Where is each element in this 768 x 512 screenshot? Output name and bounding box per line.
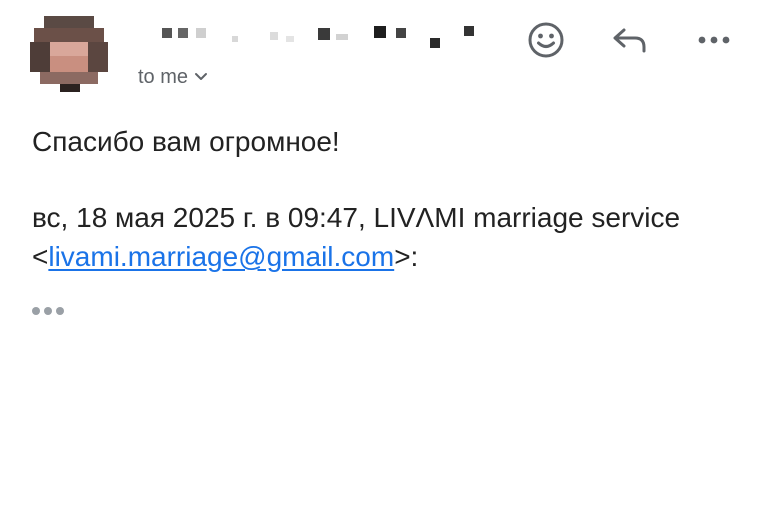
message-body: Спасибо вам огромное! вс, 18 мая 2025 г.… — [32, 122, 732, 276]
reply-arrow-icon — [611, 25, 649, 55]
recipient-dropdown[interactable]: to me — [138, 64, 208, 90]
more-options-button[interactable] — [694, 20, 734, 60]
reply-button[interactable] — [610, 20, 650, 60]
sender-avatar[interactable] — [30, 16, 108, 92]
message-greeting: Спасибо вам огромное! — [32, 126, 340, 157]
emoji-reaction-button[interactable] — [526, 20, 566, 60]
quoted-header: вс, 18 мая 2025 г. в 09:47, LIVΛMI marri… — [32, 198, 732, 276]
chevron-down-icon — [194, 72, 208, 82]
more-horizontal-icon — [697, 35, 731, 45]
sender-name-redacted — [160, 22, 500, 50]
recipient-label: to me — [138, 65, 189, 88]
sender-email-link[interactable]: livami.marriage@gmail.com — [48, 241, 394, 272]
smiley-face-icon — [527, 21, 565, 59]
quote-suffix: >: — [394, 241, 419, 272]
show-trimmed-content-button[interactable] — [32, 302, 68, 320]
